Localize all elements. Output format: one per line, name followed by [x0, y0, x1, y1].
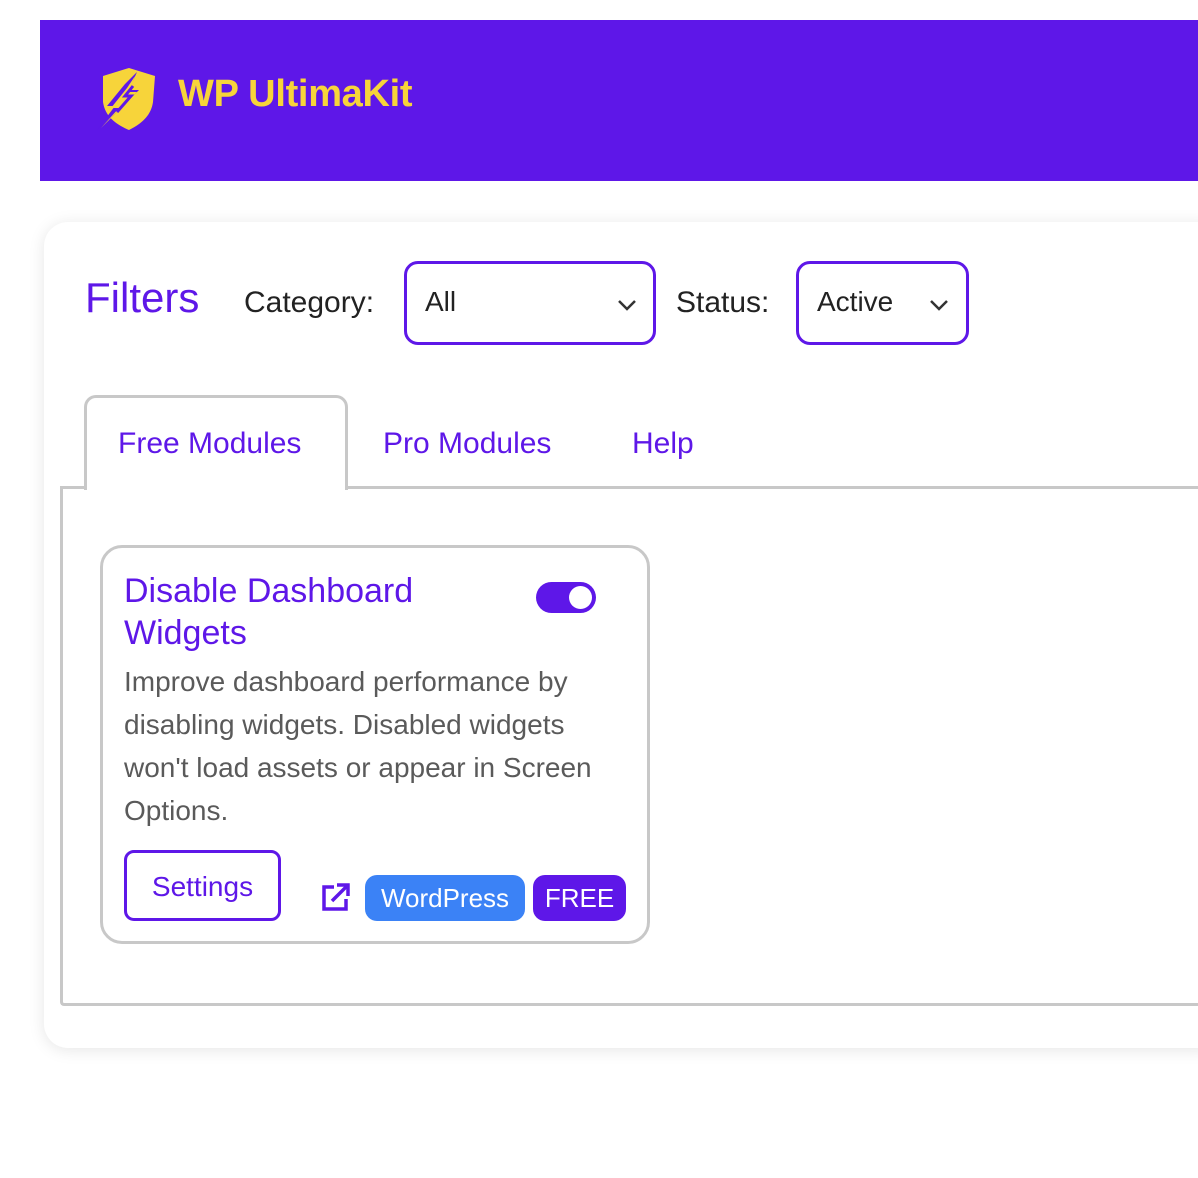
external-link-icon[interactable] [320, 881, 352, 913]
status-label: Status: [676, 286, 770, 319]
status-select[interactable]: Active [796, 261, 969, 345]
settings-button[interactable]: Settings [124, 850, 281, 921]
category-label: Category: [244, 286, 375, 319]
category-select[interactable]: All [404, 261, 656, 345]
toggle-knob [569, 586, 592, 609]
module-title: Disable Dashboard Widgets [124, 572, 414, 652]
module-description: Improve dashboard performance by disabli… [124, 666, 592, 826]
wordpress-badge: WordPress [365, 875, 525, 921]
tab-free-modules-label[interactable]: Free Modules [118, 427, 301, 461]
filters-title: Filters [85, 274, 200, 321]
lightning-shield-icon [97, 68, 155, 130]
tab-help[interactable]: Help [632, 427, 694, 461]
chevron-down-icon [930, 300, 948, 311]
tab-pro-modules[interactable]: Pro Modules [383, 427, 551, 461]
chevron-down-icon [618, 300, 636, 311]
free-badge: FREE [533, 875, 626, 921]
category-select-value: All [425, 286, 457, 317]
status-select-value: Active [817, 286, 894, 317]
brand-name: WP UltimaKit [178, 73, 413, 115]
module-toggle[interactable] [536, 582, 596, 613]
